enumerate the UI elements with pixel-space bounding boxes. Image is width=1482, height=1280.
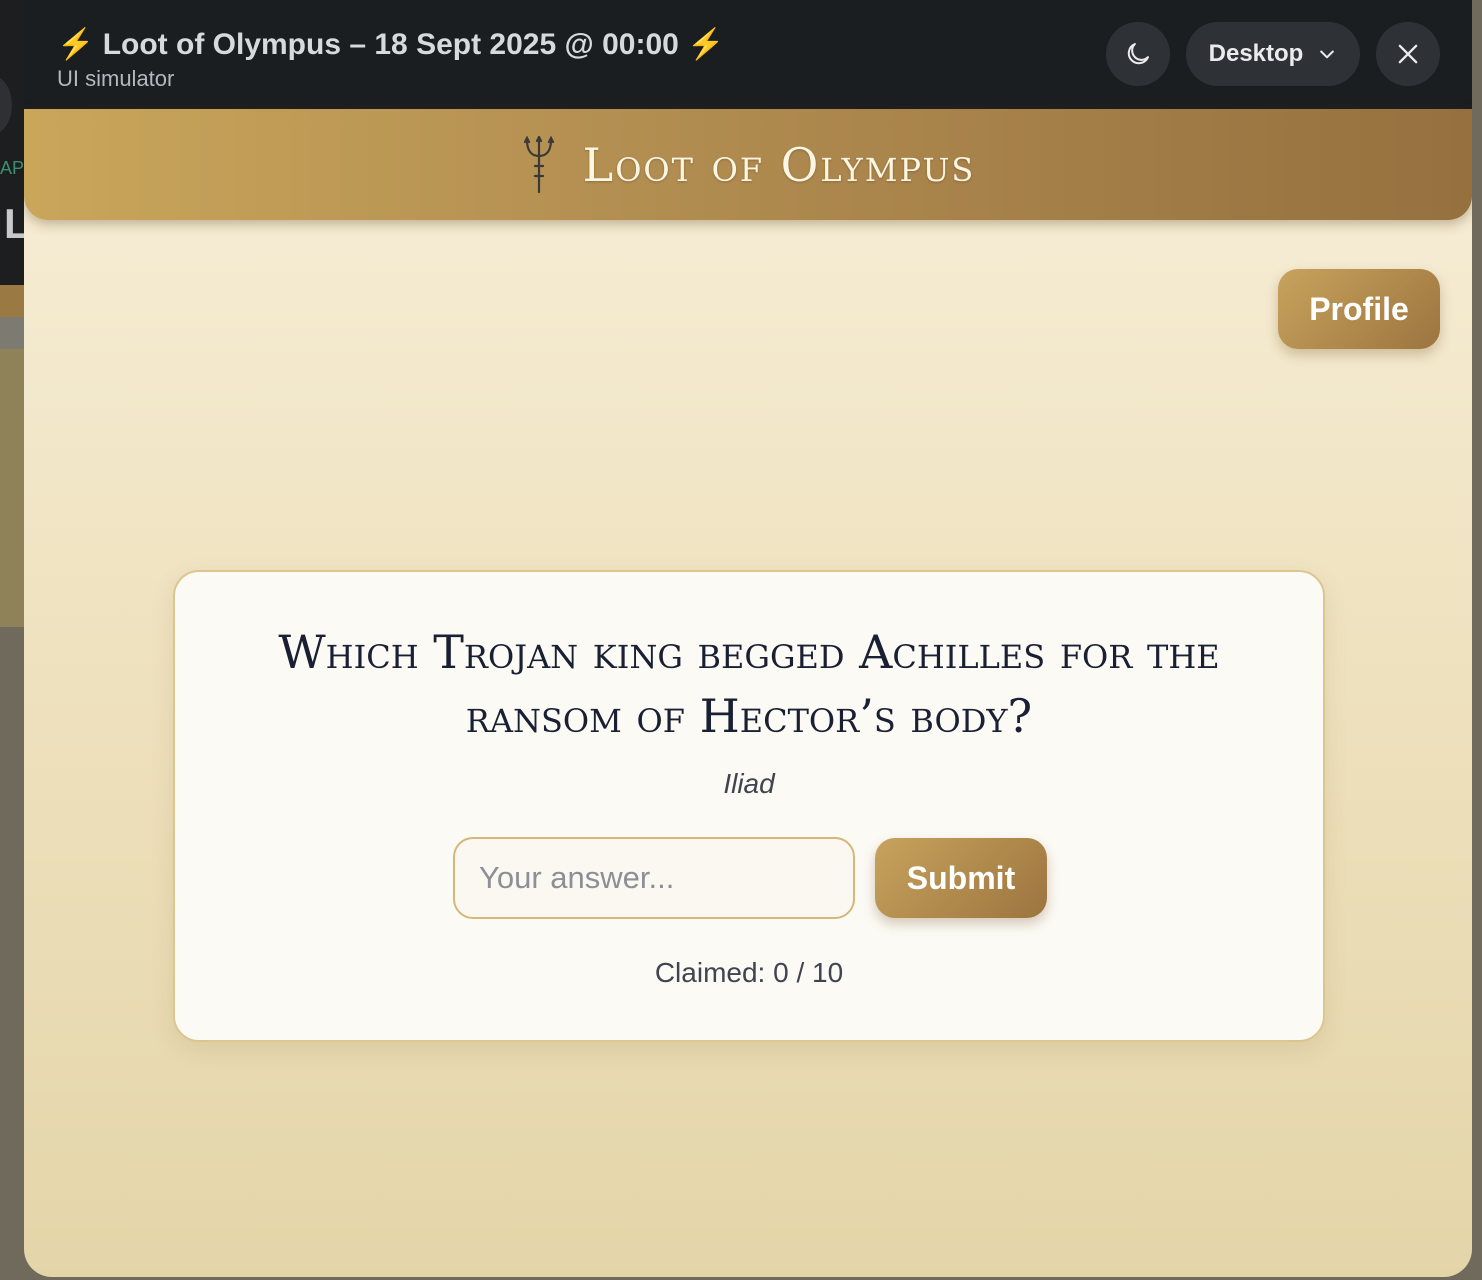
- moon-icon: [1127, 43, 1149, 65]
- question-text: Which Trojan king begged Achilles for th…: [278, 625, 1220, 743]
- simulator-subtitle: UI simulator: [57, 66, 175, 91]
- profile-button[interactable]: Profile: [1278, 269, 1440, 349]
- close-button[interactable]: [1376, 22, 1440, 86]
- close-icon: [1398, 44, 1418, 64]
- device-select[interactable]: Desktop: [1186, 22, 1360, 86]
- question-card: Which Trojan king begged Achilles for th…: [173, 570, 1325, 1042]
- simulator-title: ⚡ Loot of Olympus – 18 Sept 2025 @ 00:00…: [57, 27, 725, 62]
- submit-button[interactable]: Submit: [875, 838, 1047, 918]
- device-select-label: Desktop: [1208, 40, 1304, 67]
- simulator-title-text: Loot of Olympus – 18 Sept 2025 @ 00:00: [102, 28, 679, 61]
- theme-toggle-button[interactable]: [1106, 22, 1170, 86]
- banner-title: Loot of Olympus: [582, 137, 976, 192]
- lightning-icon: ⚡: [687, 28, 725, 61]
- lightning-icon: ⚡: [57, 28, 95, 61]
- game-banner: Loot of Olympus: [24, 109, 1472, 220]
- claimed-counter: Claimed: 0 / 10: [654, 957, 844, 988]
- trident-icon: [523, 135, 554, 193]
- simulator-modal: ⚡ Loot of Olympus – 18 Sept 2025 @ 00:00…: [24, 0, 1472, 1277]
- question-source: Iliad: [723, 768, 775, 799]
- chevron-down-icon: [1320, 50, 1335, 59]
- background-text: AP: [0, 158, 25, 178]
- answer-input[interactable]: [453, 837, 855, 919]
- simulator-header: ⚡ Loot of Olympus – 18 Sept 2025 @ 00:00…: [24, 0, 1472, 109]
